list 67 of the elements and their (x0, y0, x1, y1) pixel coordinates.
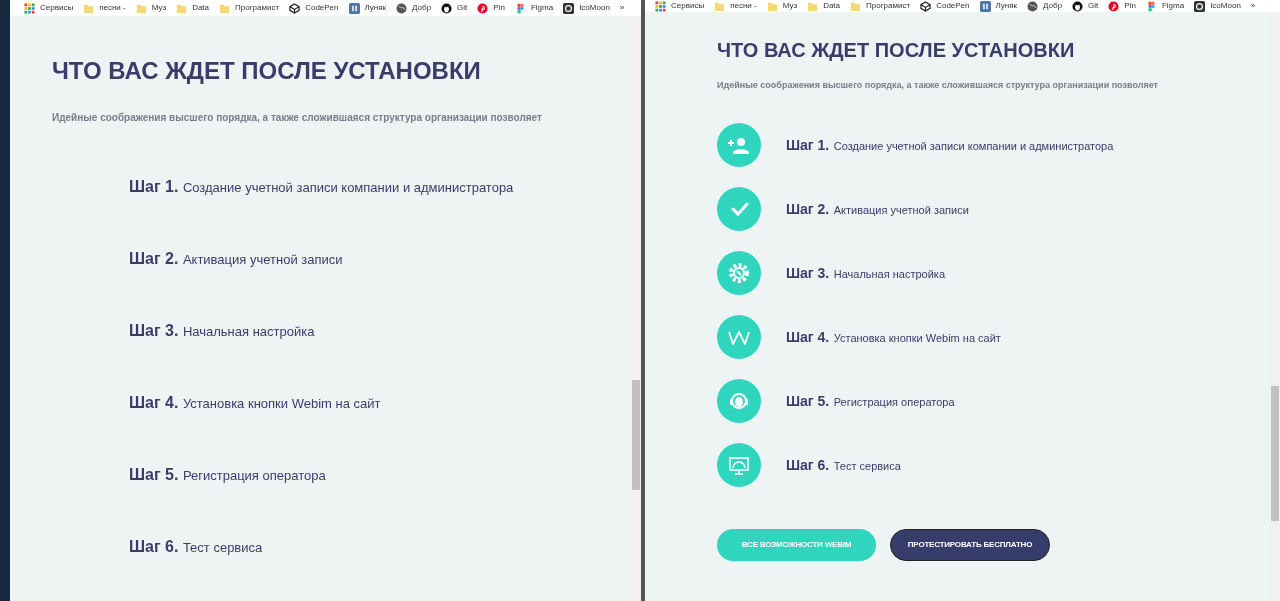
step-text: Шаг 2. Активация учетной записи (129, 249, 344, 269)
checkmark-icon (717, 186, 761, 231)
step-text: Шаг 6. Тест сервиса (786, 455, 901, 475)
bookmark-link[interactable]: » (1250, 0, 1256, 12)
step-text: Шаг 1. Создание учетной записи компании и администратора (129, 177, 515, 197)
step-text: Шаг 2. Активация учетной записи (786, 199, 969, 219)
bookmark-link[interactable]: Figma (1145, 0, 1185, 12)
globe-icon (1027, 0, 1039, 12)
bookmark-link[interactable]: Pin (477, 2, 505, 14)
folder-icon (176, 2, 188, 14)
bookmark-link[interactable]: Data (807, 0, 841, 12)
bookmark-link[interactable]: Data (176, 2, 210, 14)
section-heading: ЧТО ВАС ЖДЕТ ПОСЛЕ УСТАНОВКИ (717, 38, 1076, 63)
apps-grid-icon (24, 2, 35, 14)
scrollbar-thumb[interactable] (1271, 386, 1279, 521)
bookmark-link[interactable]: Муз (766, 0, 798, 12)
section-heading: ЧТО ВАС ЖДЕТ ПОСЛЕ УСТАНОВКИ (52, 56, 482, 86)
bookmark-link[interactable]: » (619, 2, 625, 14)
bookmark-link[interactable]: IcoMoon (1194, 0, 1241, 12)
scrollbar-thumb[interactable] (632, 380, 640, 490)
bookmark-link[interactable]: Добр (396, 2, 432, 14)
folder-icon (135, 2, 147, 14)
step-text: Шаг 4. Установка кнопки Webim на сайт (129, 393, 382, 413)
step-text: Шаг 6. Тест сервиса (129, 537, 264, 557)
folder-icon (766, 0, 778, 12)
bookmark-link[interactable]: Сервисы (24, 2, 74, 14)
bookmark-link[interactable]: песни - (83, 2, 126, 14)
step-text: Шаг 5. Регистрация оператора (786, 391, 955, 411)
bookmark-link[interactable]: Pin (1108, 0, 1136, 12)
bookmark-link[interactable]: Figma (514, 2, 554, 14)
apps-grid-icon (655, 0, 666, 12)
free-trial-button[interactable]: ПРОТЕСТИРОВАТЬ БЕСПЛАТНО (890, 528, 1050, 561)
folder-icon (83, 2, 95, 14)
bookmark-link[interactable]: Муз (135, 2, 167, 14)
bookmark-link[interactable]: CodePen (920, 0, 970, 12)
section-subtitle: Идейные соображения высшего порядка, а также сложившаяся структура организации позволяет (52, 111, 543, 125)
bookmark-link[interactable]: Програмист (850, 0, 911, 12)
wave-icon (717, 314, 761, 359)
cube-icon (920, 0, 932, 12)
folder-icon (807, 0, 819, 12)
gear-icon (717, 250, 761, 295)
folder-icon (850, 0, 862, 12)
bookmark-link[interactable]: Git (441, 2, 468, 14)
headset-user-icon (717, 378, 761, 423)
bookmark-link[interactable]: Програмист (219, 2, 280, 14)
step-text: Шаг 3. Начальная настройка (129, 321, 316, 341)
bookmark-link[interactable]: Добр (1027, 0, 1063, 12)
globe-icon (396, 2, 408, 14)
bookmark-link[interactable]: CodePen (289, 2, 339, 14)
folder-icon (219, 2, 231, 14)
cube-icon (289, 2, 301, 14)
bookmark-link[interactable]: Git (1072, 0, 1099, 12)
bookmark-link[interactable]: Луняк (348, 2, 387, 14)
bookmark-link[interactable]: Луняк (979, 0, 1018, 12)
step-text: Шаг 4. Установка кнопки Webim на сайт (786, 327, 1001, 347)
step-text: Шаг 1. Создание учетной записи компании и администратора (786, 135, 1114, 155)
folder-icon (714, 0, 726, 12)
add-user-icon (717, 122, 761, 167)
figma-icon (1145, 0, 1157, 12)
bookmark-link[interactable]: IcoMoon (563, 2, 610, 14)
step-text: Шаг 5. Регистрация оператора (129, 465, 327, 485)
step-text: Шаг 3. Начальная настройка (786, 263, 946, 283)
bookmark-link[interactable]: Сервисы (655, 0, 705, 12)
bookmark-link[interactable]: песни - (714, 0, 757, 12)
figma-icon (514, 2, 526, 14)
monitor-icon (717, 442, 761, 487)
section-subtitle: Идейные соображения высшего порядка, а также сложившаяся структура организации позволяет (717, 79, 1159, 92)
